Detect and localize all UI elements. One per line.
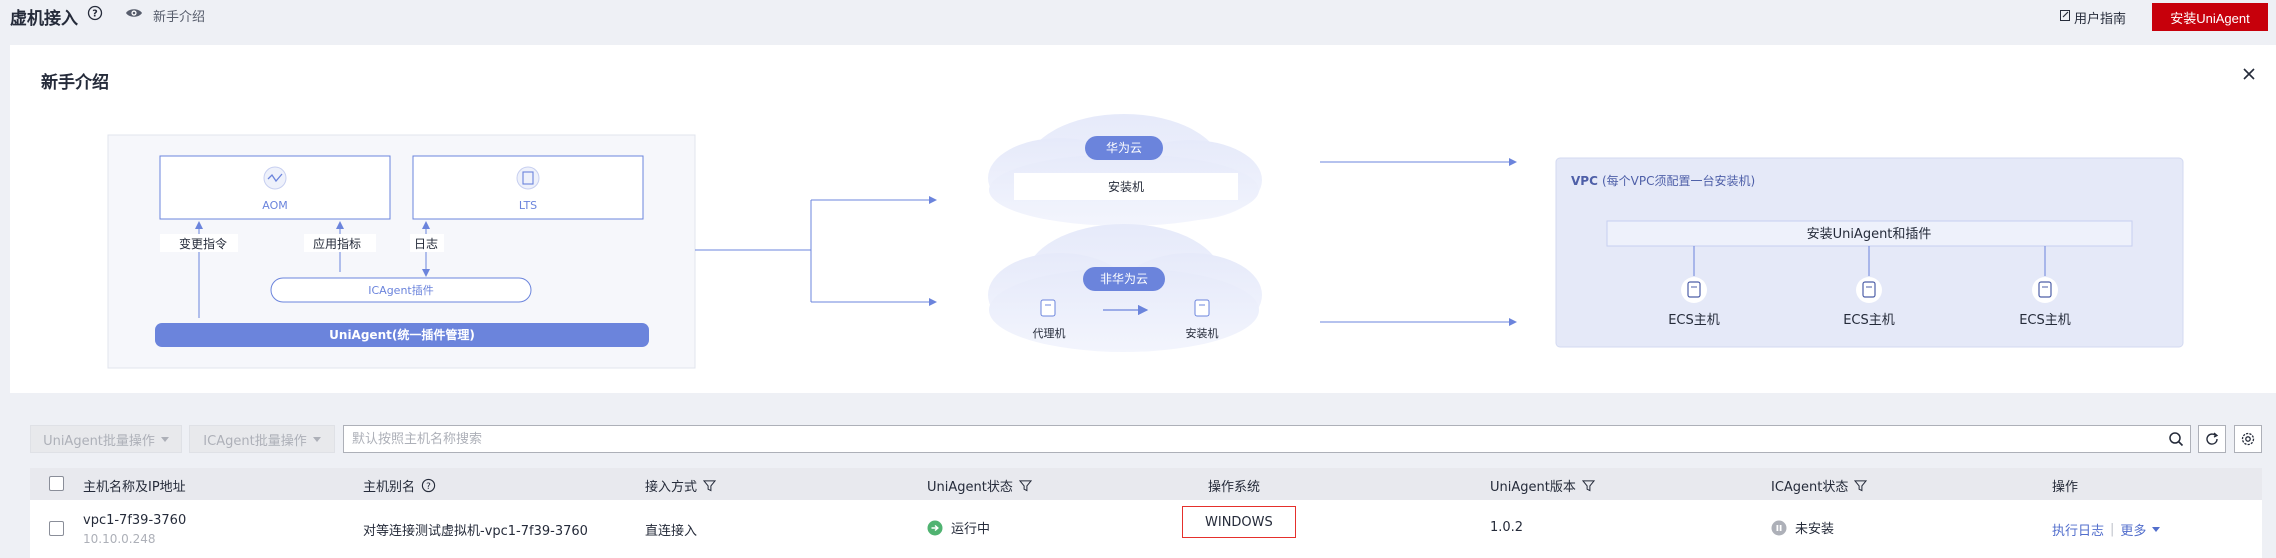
icagent-status-text: 未安装 (1795, 522, 1835, 537)
install-server-icon (1194, 299, 1210, 317)
col-access-label: 接入方式 (645, 480, 698, 495)
filter-icon[interactable] (1581, 479, 1595, 492)
search-box (343, 425, 2191, 453)
ecs-host-label-2: ECS主机 (1843, 313, 1895, 328)
running-status-icon (927, 520, 943, 535)
lts-label: LTS (519, 199, 537, 212)
ecs-host-label-1: ECS主机 (1668, 313, 1720, 328)
vpc-note: (每个VPC须配置一台安装机) (1602, 173, 1755, 188)
alias-cell: 对等连接测试虚拟机-vpc1-7f39-3760 (363, 524, 588, 539)
uniagent-batch-button[interactable]: UniAgent批量操作 (30, 425, 182, 453)
access-architecture-diagram: AOM LTS 变更指令 应用指标 日志 ICAgent插件 UniAgent(… (107, 114, 2184, 369)
huawei-install-machine-label: 安装机 (1108, 179, 1144, 194)
uniagent-bar-label: UniAgent(统一插件管理) (329, 327, 475, 342)
select-all-checkbox[interactable] (49, 476, 64, 491)
aom-icon (263, 166, 287, 190)
settings-button[interactable] (2234, 425, 2262, 453)
col-icagent-status: ICAgent状态 (1771, 476, 1868, 495)
access-cell: 直连接入 (645, 524, 698, 539)
col-host-label: 主机名称及IP地址 (83, 480, 186, 495)
col-uniagent-version-label: UniAgent版本 (1490, 480, 1576, 495)
huawei-cloud-tag-label: 华为云 (1106, 141, 1142, 155)
os-value: WINDOWS (1205, 514, 1273, 530)
huawei-cloud-shape (988, 114, 1262, 226)
col-alias-label: 主机别名 (363, 480, 416, 495)
actions-cell: 执行日志 | 更多 (2052, 520, 2161, 539)
os-cell-highlight: WINDOWS (1182, 506, 1296, 538)
chevron-down-icon (312, 436, 321, 442)
aom-label: AOM (262, 199, 287, 212)
not-installed-status-icon (1771, 520, 1787, 535)
uniagent-status-text: 运行中 (951, 522, 991, 537)
proxy-server-icon (1040, 299, 1056, 317)
col-actions: 操作 (2052, 476, 2078, 495)
col-access: 接入方式 (645, 476, 717, 495)
ecs-host-icon-3 (2032, 277, 2058, 303)
ecs-host-label-3: ECS主机 (2019, 313, 2071, 328)
icagent-status-cell: 未安装 (1771, 518, 1834, 537)
refresh-icon (2206, 432, 2219, 445)
proxy-label: 代理机 (1033, 326, 1066, 340)
col-host: 主机名称及IP地址 (83, 476, 186, 495)
change-command-label: 变更指令 (179, 236, 227, 251)
refresh-button[interactable] (2198, 425, 2226, 453)
host-ip: 10.10.0.248 (83, 532, 156, 546)
log-label: 日志 (414, 237, 438, 251)
row-checkbox[interactable] (49, 521, 64, 536)
table-header: 主机名称及IP地址 主机别名 ? 接入方式 UniAgent状态 操作系统 Un… (30, 468, 2262, 500)
col-icagent-status-label: ICAgent状态 (1771, 480, 1849, 495)
col-os-label: 操作系统 (1208, 480, 1261, 495)
filter-icon[interactable] (703, 479, 717, 492)
action-separator: | (2110, 522, 2115, 537)
col-os: 操作系统 (1208, 476, 1260, 495)
execution-log-link[interactable]: 执行日志 (2052, 520, 2104, 539)
more-actions-link[interactable]: 更多 (2120, 520, 2146, 539)
host-name: vpc1-7f39-3760 (83, 513, 187, 528)
uniagent-status-cell: 运行中 (927, 518, 990, 537)
filter-icon[interactable] (1854, 479, 1868, 492)
uniagent-version-cell: 1.0.2 (1490, 520, 1524, 535)
table-row: vpc1-7f39-3760 10.10.0.248 对等连接测试虚拟机-vpc… (30, 500, 2262, 558)
host-table: 主机名称及IP地址 主机别名 ? 接入方式 UniAgent状态 操作系统 Un… (30, 468, 2262, 558)
vpc-label: VPC (1571, 174, 1598, 188)
col-actions-label: 操作 (2052, 480, 2079, 495)
uniagent-batch-label: UniAgent批量操作 (43, 433, 155, 449)
icagent-plugin-label: ICAgent插件 (368, 283, 433, 297)
icagent-batch-button[interactable]: ICAgent批量操作 (189, 425, 335, 453)
lts-icon (516, 166, 540, 190)
col-uniagent-status-label: UniAgent状态 (927, 480, 1013, 495)
col-uniagent-version: UniAgent版本 (1490, 476, 1595, 495)
filter-icon[interactable] (1018, 479, 1032, 492)
host-cell: vpc1-7f39-3760 10.10.0.248 (83, 512, 186, 548)
col-uniagent-status: UniAgent状态 (927, 476, 1032, 495)
chevron-down-icon (160, 436, 169, 442)
ecs-host-icon-1 (1681, 277, 1707, 303)
search-input[interactable] (352, 430, 2142, 448)
app-metrics-label: 应用指标 (313, 236, 361, 251)
svg-text:?: ? (426, 482, 431, 492)
non-huawei-cloud-tag-label: 非华为云 (1100, 272, 1148, 286)
gear-icon (2241, 432, 2255, 446)
help-icon[interactable]: ? (421, 478, 436, 493)
non-huawei-install-label: 安装机 (1186, 326, 1219, 340)
search-icon[interactable] (2168, 431, 2184, 447)
icagent-batch-label: ICAgent批量操作 (203, 433, 307, 449)
chevron-down-icon[interactable] (2152, 527, 2161, 532)
col-alias: 主机别名 ? (363, 476, 436, 495)
vpc-install-bar-label: 安装UniAgent和插件 (1807, 227, 1932, 242)
ecs-host-icon-2 (1856, 277, 1882, 303)
